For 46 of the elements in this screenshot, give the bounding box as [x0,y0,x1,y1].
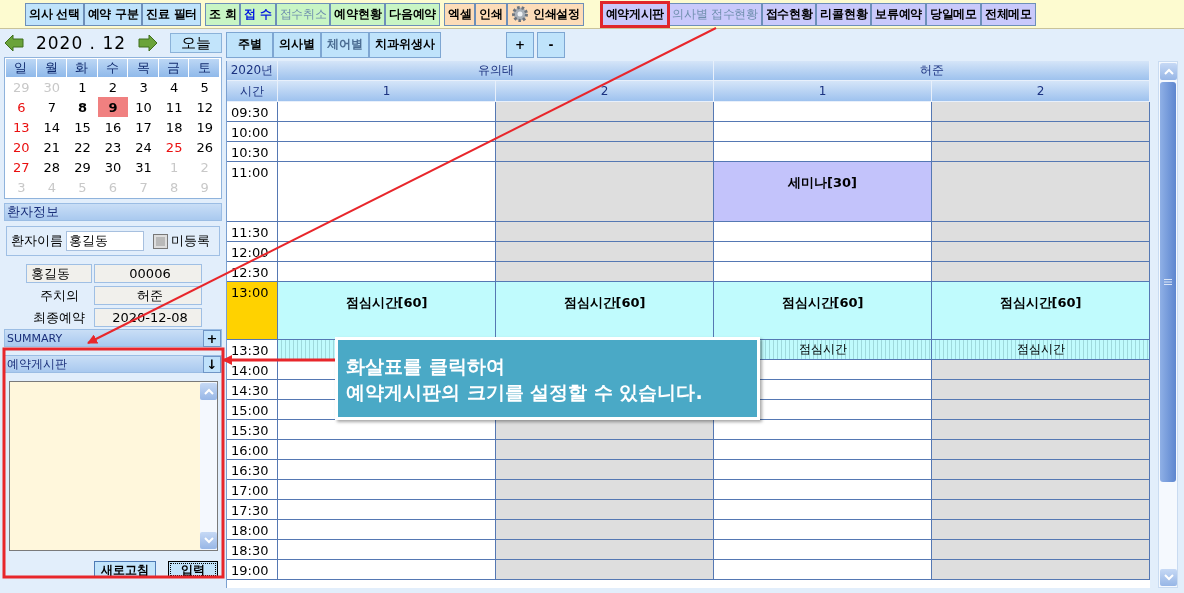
callout-text: 예약게시판의 크기를 설정할 수 있습니다. [346,379,704,405]
weekday-header: 토 [189,59,220,77]
month-label: 2020 . 12 [35,33,127,53]
weekday-header: 금 [158,59,190,77]
field-label: 최종예약 [32,308,86,327]
time-cell: 18:00 [227,520,278,540]
weekday-header: 월 [36,59,68,77]
time-cell: 12:30 [227,262,278,282]
section-title: 예약게시판 [7,355,67,373]
time-cell: 16:00 [227,440,278,460]
time-cell: 12:00 [227,242,278,262]
chart-number-field: 00006 [94,264,202,283]
time-cell: 15:30 [227,420,278,440]
time-cell: 17:30 [227,500,278,520]
doctor-header: 유의태 [278,61,714,81]
weekday-header: 화 [67,59,98,77]
chair-header: 2 [932,81,1150,102]
field-label: 환자이름 [11,232,63,250]
time-cell: 09:30 [227,102,278,122]
time-cell: 15:00 [227,400,278,420]
patient-name-field: 홍길동 [26,264,92,283]
checkbox-label: 미등록 [171,232,210,250]
time-cell: 14:30 [227,380,278,400]
section-title: 환자정보 [7,203,59,221]
chair-header: 1 [278,81,496,102]
weekday-header: 일 [6,59,37,77]
callout-text: 화살표를 클릭하여 [346,353,506,379]
weekday-header: 목 [128,59,159,77]
chair-header: 1 [714,81,932,102]
section-title: SUMMARY [7,331,63,345]
time-cell: 16:30 [227,460,278,480]
time-cell: 10:30 [227,142,278,162]
chair-header: 2 [496,81,714,102]
time-cell: 10:00 [227,122,278,142]
doctor-header: 허준 [714,61,1150,81]
year-header: 2020년 [227,61,278,81]
time-cell: 18:30 [227,540,278,560]
time-cell: 17:00 [227,480,278,500]
doctor-field: 허준 [94,286,202,305]
weekday-header: 수 [97,59,129,77]
field-label: 주치의 [38,286,80,305]
time-cell: 11:30 [227,222,278,242]
time-header: 시간 [227,81,278,102]
time-cell: 19:00 [227,560,278,580]
time-cell: 13:00 [227,282,278,340]
time-cell: 11:00 [227,162,278,222]
